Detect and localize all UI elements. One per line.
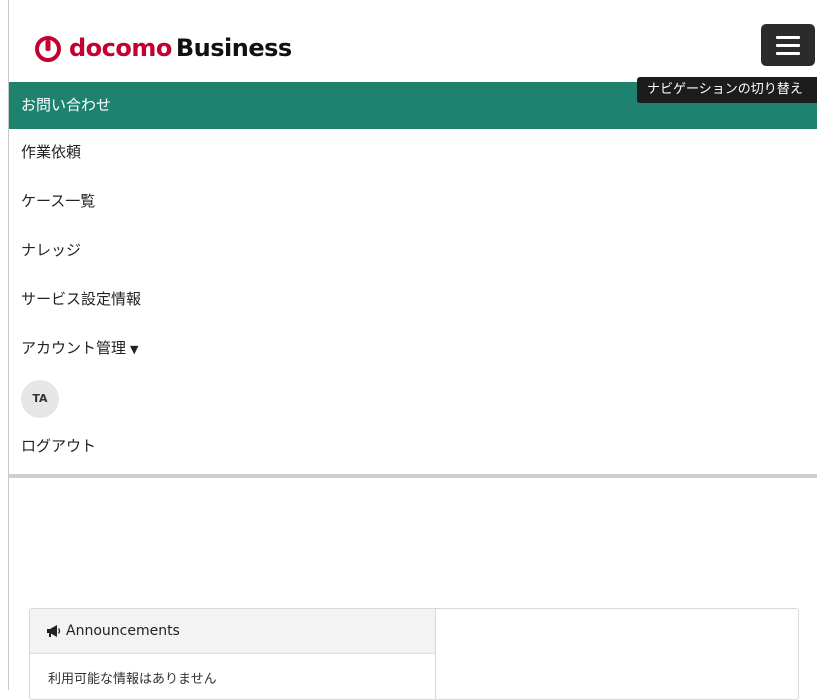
nav-item-knowledge[interactable]: ナレッジ <box>9 227 817 276</box>
hamburger-icon-line <box>776 35 800 39</box>
page-frame: docomo Business ナビゲーションの切り替え お問い合わせ 作業依頼 … <box>8 0 817 700</box>
nav-divider <box>9 474 817 478</box>
nav-item-account-management[interactable]: アカウント管理 ▼ <box>9 325 817 374</box>
nav-item-case-list[interactable]: ケース一覧 <box>9 178 817 227</box>
account-management-label: アカウント管理 <box>21 339 127 357</box>
logo-secondary-text: Business <box>175 34 292 62</box>
nav-toggle-tooltip: ナビゲーションの切り替え <box>637 77 817 103</box>
announcements-empty-message: 利用可能な情報はありません <box>48 672 217 687</box>
announcements-card: Announcements 利用可能な情報はありません <box>29 608 799 700</box>
caret-down-icon: ▼ <box>130 343 139 356</box>
docomo-power-icon <box>35 36 61 62</box>
main-navigation: お問い合わせ 作業依頼 ケース一覧 ナレッジ サービス設定情報 アカウント管理 ▼… <box>9 82 817 472</box>
docomo-business-logo[interactable]: docomo Business <box>33 30 292 66</box>
logo-main-text: docomo <box>69 34 172 62</box>
logo-wordmark: docomo Business <box>69 34 292 62</box>
announcements-header: Announcements <box>30 609 435 654</box>
announcements-panel: Announcements 利用可能な情報はありません <box>30 609 436 699</box>
hamburger-icon-line <box>776 51 800 55</box>
announcements-title: Announcements <box>66 623 180 639</box>
hamburger-icon-line <box>776 43 800 47</box>
user-avatar[interactable]: TA <box>21 379 59 418</box>
nav-item-service-settings[interactable]: サービス設定情報 <box>9 276 817 325</box>
nav-item-work-request[interactable]: 作業依頼 <box>9 129 817 178</box>
user-avatar-row: TA <box>9 374 817 423</box>
megaphone-icon <box>47 625 61 637</box>
site-header: docomo Business <box>9 0 817 82</box>
nav-toggle-button[interactable] <box>761 24 815 66</box>
nav-item-logout[interactable]: ログアウト <box>9 423 817 472</box>
